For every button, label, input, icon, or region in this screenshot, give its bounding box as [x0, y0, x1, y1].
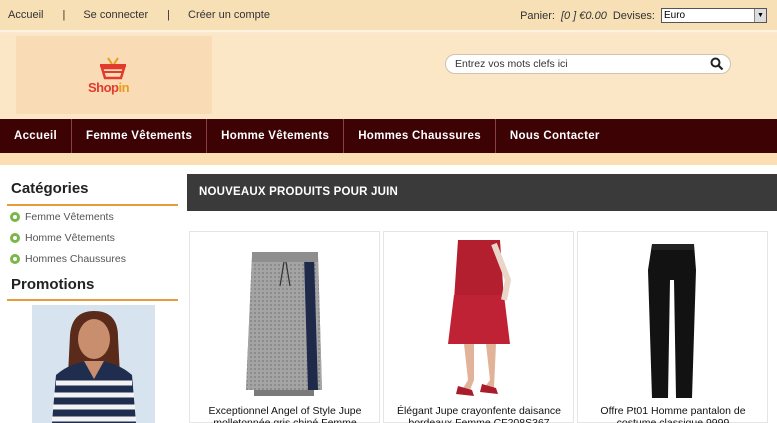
currency-selected: Euro	[664, 10, 686, 21]
top-links: Accueil | Se connecter | Créer un compte	[8, 9, 270, 21]
cart-currency: Panier: [0 ] €0.00 Devises: Euro ▼	[520, 8, 767, 23]
basket-icon	[100, 57, 126, 80]
sidebar-item-label: Hommes Chaussures	[25, 253, 126, 265]
bullet-icon	[10, 233, 20, 243]
divider-band	[0, 153, 777, 165]
main-nav: Accueil Femme Vêtements Homme Vêtements …	[0, 119, 777, 153]
login-link[interactable]: Se connecter	[83, 9, 148, 21]
section-title: NOUVEAUX PRODUITS POUR JUIN	[199, 186, 399, 198]
currency-label: Devises:	[612, 9, 655, 22]
product-card[interactable]: Offre Pt01 Homme pantalon de costume cla…	[577, 231, 768, 423]
product-name[interactable]: Élégant Jupe crayonfente daisance bordea…	[390, 405, 568, 423]
header: Shopin Entrez vos mots clefs ici	[0, 34, 777, 119]
nav-item-men-clothing[interactable]: Homme Vêtements	[207, 119, 345, 153]
sidebar-item-men-shoes[interactable]: Hommes Chaussures	[10, 253, 126, 265]
main-content: NOUVEAUX PRODUITS POUR JUIN Exceptionnel…	[180, 165, 777, 423]
promotions-title: Promotions	[11, 276, 95, 293]
chevron-down-icon[interactable]: ▼	[754, 9, 766, 22]
cart-label: Panier:	[520, 9, 555, 22]
categories-title: Catégories	[11, 180, 89, 197]
nav-item-contact[interactable]: Nous Contacter	[496, 119, 614, 153]
promo-image[interactable]	[32, 305, 155, 423]
sidebar-item-label: Femme Vêtements	[25, 211, 114, 223]
nav-item-women-clothing[interactable]: Femme Vêtements	[72, 119, 208, 153]
register-link[interactable]: Créer un compte	[188, 9, 270, 21]
search-box[interactable]: Entrez vos mots clefs ici	[445, 54, 731, 74]
sidebar: Catégories Femme Vêtements Homme Vêtemen…	[0, 165, 180, 423]
separator: |	[167, 9, 171, 21]
sidebar-item-men-clothing[interactable]: Homme Vêtements	[10, 232, 115, 244]
separator: |	[62, 9, 66, 21]
product-card[interactable]: Exceptionnel Angel of Style Jupe molleto…	[189, 231, 380, 423]
product-card[interactable]: Élégant Jupe crayonfente daisance bordea…	[383, 231, 574, 423]
sidebar-item-label: Homme Vêtements	[25, 232, 115, 244]
divider	[7, 204, 178, 206]
currency-select[interactable]: Euro ▼	[661, 8, 767, 23]
nav-item-home[interactable]: Accueil	[0, 119, 73, 153]
logo-text: Shopin	[88, 80, 130, 95]
product-image[interactable]	[230, 240, 340, 400]
search-icon[interactable]	[710, 57, 724, 71]
nav-item-men-shoes[interactable]: Hommes Chaussures	[344, 119, 496, 153]
bullet-icon	[10, 212, 20, 222]
promo-woman-image	[32, 305, 155, 423]
product-name[interactable]: Offre Pt01 Homme pantalon de costume cla…	[584, 405, 762, 423]
top-bar: Accueil | Se connecter | Créer un compte Pan…	[0, 0, 777, 32]
section-heading: NOUVEAUX PRODUITS POUR JUIN	[187, 174, 777, 211]
bullet-icon	[10, 254, 20, 264]
home-link[interactable]: Accueil	[8, 9, 43, 21]
cart-value[interactable]: [0 ] €0.00	[561, 10, 607, 22]
search-input[interactable]: Entrez vos mots clefs ici	[455, 58, 568, 70]
divider	[7, 299, 178, 301]
logo[interactable]: Shopin	[86, 50, 146, 102]
sidebar-item-women-clothing[interactable]: Femme Vêtements	[10, 211, 114, 223]
product-image[interactable]	[424, 240, 534, 400]
product-image[interactable]	[618, 240, 728, 400]
logo-area[interactable]: Shopin	[16, 36, 212, 114]
product-name[interactable]: Exceptionnel Angel of Style Jupe molleto…	[196, 405, 374, 423]
